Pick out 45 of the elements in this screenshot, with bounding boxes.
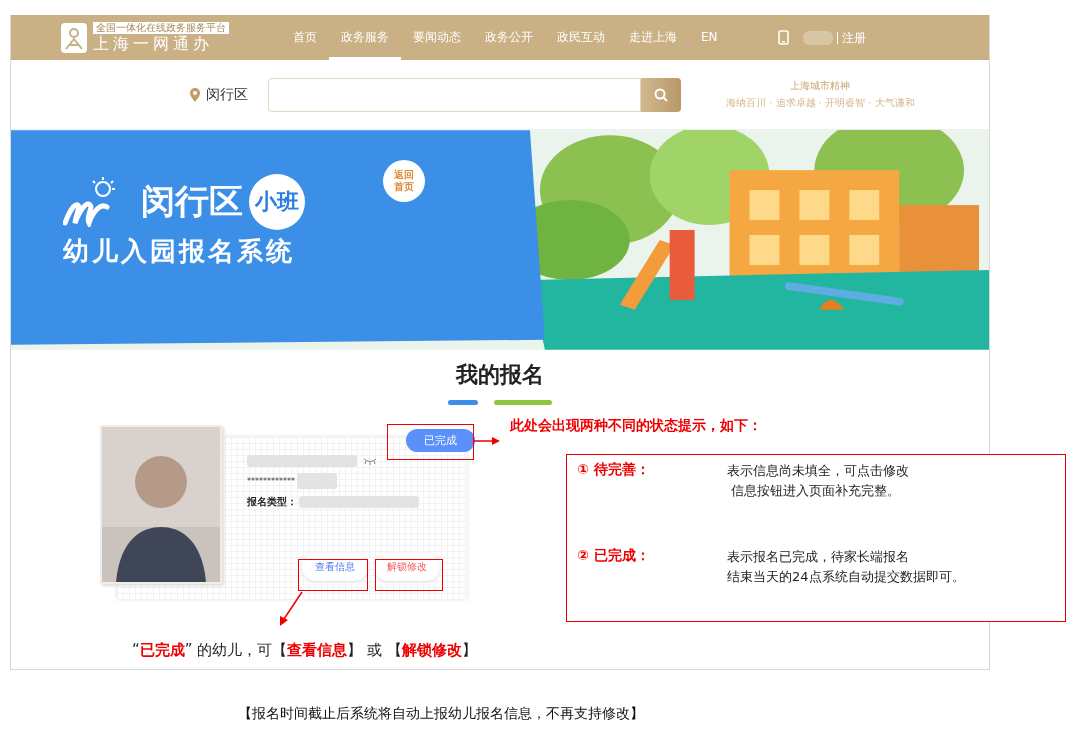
- phone-icon[interactable]: [777, 30, 789, 45]
- state-description: 表示信息尚未填全，可点击修改: [727, 462, 909, 480]
- logo-tagline: 全国一体化在线政务服务平台: [93, 22, 229, 34]
- state-label: ① 待完善：: [577, 461, 651, 479]
- annotation-note: “已完成” 的幼儿，可【查看信息】 或 【解锁修改】: [132, 641, 477, 660]
- banner-subtitle: 幼儿入园报名系统: [63, 235, 296, 268]
- nav-link[interactable]: 政务服务: [329, 15, 401, 60]
- banner-title: 闵行区: [141, 180, 243, 223]
- view-info-button[interactable]: 查看信息: [302, 553, 368, 581]
- type-label: 报名类型：: [247, 495, 297, 509]
- search-icon: [654, 87, 668, 102]
- nav-link[interactable]: 政务公开: [473, 15, 545, 60]
- unlock-edit-button[interactable]: 解锁修改: [374, 553, 440, 581]
- title-underline: [494, 400, 552, 405]
- location-label[interactable]: 闵行区: [206, 85, 248, 104]
- title-underline: [448, 400, 478, 405]
- register-link[interactable]: 注册: [836, 31, 866, 44]
- highlight-frame: [375, 559, 443, 591]
- highlight-frame: [298, 559, 368, 591]
- nav-link[interactable]: EN: [689, 15, 730, 60]
- nav-link[interactable]: 走进上海: [617, 15, 689, 60]
- section-title: 我的报名: [454, 361, 545, 389]
- state-description: 信息按钮进入页面补充完整。: [731, 482, 900, 500]
- annotation-note: 此处会出现两种不同的状态提示，如下：: [510, 417, 762, 435]
- masked-id: ************: [247, 476, 295, 486]
- nav-link[interactable]: 要闻动态: [401, 15, 473, 60]
- logo-icon: [61, 22, 87, 53]
- state-description: 结束当天的24点系统自动提交数据即可。: [727, 568, 965, 586]
- status-badge: 已完成: [406, 429, 475, 452]
- nav-link[interactable]: 政民互动: [545, 15, 617, 60]
- state-description: 表示报名已完成，待家长端报名: [727, 548, 909, 566]
- search-field[interactable]: [268, 77, 641, 112]
- logo-name: 上海一网通办: [93, 35, 214, 53]
- city-spirit-title: 上海城市精神: [790, 79, 851, 93]
- arrow: [473, 437, 500, 445]
- closed-eye-icon[interactable]: [363, 457, 377, 465]
- city-spirit-motto: 海纳百川 · 追求卓越 · 开明睿智 · 大气谦和: [726, 96, 915, 110]
- nav-link[interactable]: 首页: [281, 15, 329, 60]
- state-label: ② 已完成：: [577, 547, 651, 565]
- blurred-text: [297, 473, 337, 489]
- search-button[interactable]: [641, 77, 681, 112]
- caption: 【报名时间截止后系统将自动上报幼儿报名信息，不再支持修改】: [238, 705, 644, 723]
- blurred-username: [802, 30, 833, 45]
- arrow: [280, 591, 303, 626]
- location-pin-icon: [190, 87, 200, 102]
